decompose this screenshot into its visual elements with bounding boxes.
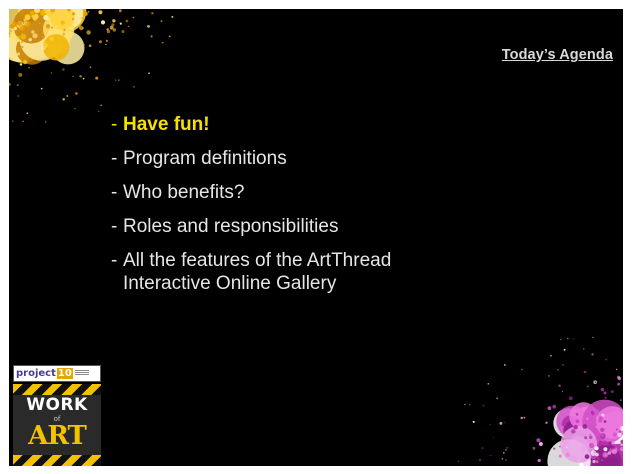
paint-splash-bottom-icon bbox=[457, 336, 623, 466]
project-prefix: project bbox=[16, 368, 56, 379]
agenda-item-text: Roles and responsibilities bbox=[123, 216, 339, 237]
hazard-stripe-icon bbox=[13, 384, 101, 395]
agenda-item-dash: - bbox=[111, 148, 118, 169]
hazard-stripe-icon bbox=[13, 455, 101, 466]
agenda-item-dash: - bbox=[111, 114, 118, 135]
agenda-item-text: Have fun! bbox=[123, 114, 210, 135]
agenda-item: - Who benefits? bbox=[111, 181, 391, 204]
agenda-item: - Program definitions bbox=[111, 147, 391, 170]
work-of-art-sign: WORK of ART bbox=[13, 384, 101, 466]
agenda-item-dash: - bbox=[111, 250, 118, 271]
project-number: 10 bbox=[56, 368, 73, 379]
agenda-item-text: Program definitions bbox=[123, 148, 287, 169]
agenda-item-dash: - bbox=[111, 216, 118, 237]
project10-label: project 10 bbox=[13, 365, 101, 382]
agenda-list: - Have fun! - Program definitions - Who ben… bbox=[111, 113, 391, 306]
logo-art-text: ART bbox=[28, 421, 87, 451]
agenda-title: Today’s Agenda bbox=[501, 47, 613, 63]
bars-icon bbox=[74, 370, 89, 376]
slide: Today’s Agenda - Have fun! - Program defin… bbox=[9, 9, 623, 466]
agenda-item: - Roles and responsibilities bbox=[111, 215, 391, 238]
project10-work-of-art-logo-icon: project 10 WORK of ART bbox=[13, 365, 101, 466]
agenda-item-text: All the features of the ArtThread Intera… bbox=[123, 250, 392, 294]
agenda-item: - All the features of the ArtThread Inter… bbox=[111, 249, 391, 295]
logo-work-text: WORK bbox=[26, 395, 88, 415]
agenda-item: - Have fun! bbox=[111, 113, 391, 136]
agenda-item-dash: - bbox=[111, 182, 118, 203]
paint-splash-top-icon bbox=[9, 9, 174, 123]
agenda-item-text: Who benefits? bbox=[123, 182, 245, 203]
